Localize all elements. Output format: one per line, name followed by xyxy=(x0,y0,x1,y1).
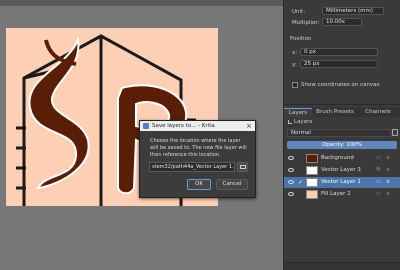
multiplier-label: Multiplier: xyxy=(292,20,320,26)
layer-thumbnail xyxy=(306,166,318,175)
visibility-eye-icon[interactable] xyxy=(288,180,294,184)
tab-brush-presets[interactable]: Brush Presets xyxy=(314,108,356,117)
right-docker: Unit: Millimeters (mm) Multiplier: 10.00… xyxy=(283,0,400,270)
layer-thumbnail xyxy=(306,178,318,187)
layer-row-selected[interactable]: ✓ Vector Layer 1 ▭ α xyxy=(284,177,400,188)
dialog-titlebar: Save layers to... - Krita × xyxy=(140,121,255,131)
krita-app-icon xyxy=(143,123,149,129)
show-coords-label: Show coordinates on canvas xyxy=(301,82,380,88)
visibility-eye-icon[interactable] xyxy=(288,192,294,196)
cancel-button[interactable]: Cancel xyxy=(216,179,248,190)
docker-divider xyxy=(284,104,400,105)
y-label: y: xyxy=(292,62,297,68)
canvas-top-strip xyxy=(0,0,283,6)
layer-thumbnail xyxy=(306,190,318,199)
checkmark-icon: ✓ xyxy=(298,179,304,186)
position-heading: Position xyxy=(290,36,312,42)
ok-button[interactable]: OK xyxy=(187,179,211,190)
layer-name: Background xyxy=(321,155,354,161)
dialog-title: Save layers to... - Krita xyxy=(152,123,215,129)
layer-name: Vector Layer 3 xyxy=(321,167,361,173)
blend-mode-dropdown[interactable]: Normal xyxy=(287,129,391,137)
layer-row[interactable]: Fill Layer 2 ▭ α xyxy=(284,189,400,200)
multiplier-field[interactable]: 10.00x xyxy=(322,18,362,26)
layers-icon xyxy=(288,120,292,124)
unit-label: Unit: xyxy=(292,9,306,15)
file-path-input[interactable]: stem32/path44a_Vector Layer 1.png xyxy=(149,162,235,172)
layer-thumbnail xyxy=(306,154,318,163)
layer-properties-icons[interactable]: ▭ α xyxy=(376,189,392,200)
tab-layers[interactable]: Layers xyxy=(284,108,312,117)
dialog-message: Choose the location where the layer will… xyxy=(150,138,247,158)
visibility-eye-icon[interactable] xyxy=(288,156,294,160)
layers-panel-title: Layers xyxy=(294,119,313,125)
close-icon[interactable]: × xyxy=(246,121,252,131)
layer-name: Vector Layer 1 xyxy=(321,179,361,185)
browse-folder-button[interactable] xyxy=(237,162,248,172)
y-position-field[interactable]: 25 px xyxy=(300,60,378,68)
save-layers-dialog: Save layers to... - Krita × Choose the l… xyxy=(139,120,256,198)
folder-icon xyxy=(240,165,246,169)
tab-channels[interactable]: Channels xyxy=(358,108,398,117)
layer-properties-icons[interactable]: ▭ α xyxy=(376,177,392,188)
unit-dropdown[interactable]: Millimeters (mm) xyxy=(322,7,384,15)
show-coords-checkbox[interactable] xyxy=(292,82,298,88)
layer-row[interactable]: Background ▭ α ✕ xyxy=(284,153,400,172)
x-position-field[interactable]: 0 px xyxy=(300,48,378,56)
layer-properties-icons[interactable]: ▭ α xyxy=(376,165,392,176)
docker-tabs: Layers Brush Presets Channels xyxy=(284,108,400,117)
visibility-eye-icon[interactable] xyxy=(288,168,294,172)
layers-bottom-toolbar xyxy=(284,262,400,270)
x-label: x: xyxy=(292,50,298,56)
layer-name: Fill Layer 2 xyxy=(321,191,351,197)
layer-row[interactable]: Vector Layer 3 ▭ α xyxy=(284,165,400,176)
opacity-slider[interactable]: Opacity: 100% xyxy=(287,141,397,149)
filter-icon[interactable] xyxy=(392,129,398,136)
